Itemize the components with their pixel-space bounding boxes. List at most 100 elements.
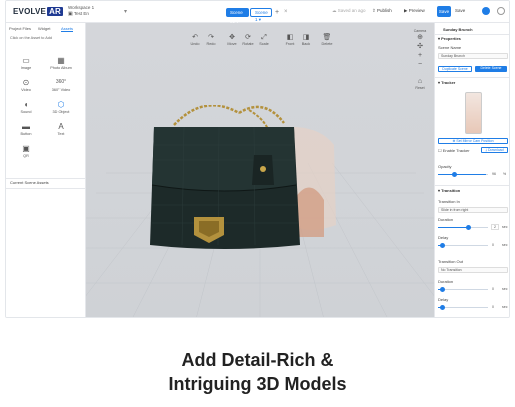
button-icon: ▬ [22,122,30,131]
enable-tracker-checkbox[interactable]: ☐ Enable Tracker [438,148,470,153]
tracker-label: Tracker [441,80,456,85]
asset-image[interactable]: ▭ Image [14,55,38,77]
transition-header[interactable]: ▾ Transition [438,188,460,193]
asset-button[interactable]: ▬ Button [14,121,38,143]
slider-knob[interactable] [466,225,471,230]
orbit-icon[interactable]: ⊕ [413,33,427,42]
transition-label: Transition [441,188,461,193]
duplicate-scene-button[interactable]: Duplicate Scene [438,66,472,72]
image-icon: ▭ [22,56,30,65]
preview-button[interactable]: ▶ Preview [404,8,425,14]
tool-label: Undo [190,42,200,46]
duration-value[interactable]: 2 [491,224,499,230]
scale-button[interactable]: ⤢ Scale [255,34,273,46]
asset-text[interactable]: A Text [49,121,73,143]
user-avatar-icon[interactable] [497,7,505,15]
delay-out-value: 0 [492,305,494,309]
text-icon: A [58,122,64,131]
divider [435,77,509,78]
back-icon: ◨ [302,34,310,41]
delay-label: Delay [438,235,449,240]
asset-360-video[interactable]: 360° 360° Video [49,77,73,99]
tab-scene-1[interactable]: Scene 01 ▾ [226,8,249,24]
opacity-value: 96 [492,172,496,176]
tool-label: Redo [206,42,216,46]
caption-line-2: Intriguing 3D Models [168,374,347,394]
asset-label: Video [21,88,31,92]
left-panel: Project Files Widget Assets Click on the… [6,23,86,317]
video-360-icon: 360° [55,79,67,85]
set-camera-position-button[interactable]: ⊕ Set Mirror Cam Position [438,138,508,144]
redo-button[interactable]: ↷ Redo [202,34,220,46]
opacity-label: Opacity [438,164,452,169]
delete-button[interactable]: 🗑 Delete [318,34,336,46]
delay-slider[interactable] [438,243,488,248]
asset-video[interactable]: ⊙ Video [14,77,38,99]
duration-out-slider[interactable] [438,287,488,292]
divider [6,178,86,179]
duration-label: Duration [438,217,454,222]
logo-badge: AR [47,7,64,16]
asset-photo-album[interactable]: ▦ Photo Album [49,55,73,77]
asset-label: QR [23,154,29,158]
tab-project-files[interactable]: Project Files [9,26,31,31]
scene-viewport[interactable]: ↶ Undo ↷ Redo ✥ Move ⟳ Rotate ⤢ Scale ◧ Front … [86,23,434,317]
opacity-slider[interactable] [438,172,488,177]
divider [435,185,509,186]
cube-icon: ⬡ [57,100,65,109]
tool-label: Back [301,42,311,46]
pan-icon[interactable]: ✣ [413,42,427,51]
properties-header[interactable]: ▾ Properties [438,36,461,41]
tab-widget[interactable]: Widget [38,26,50,31]
scene-name-input[interactable]: Sunday Brunch [438,53,508,59]
zoom-out-icon[interactable]: − [413,60,427,69]
publish-button[interactable]: ⇪ Publish [372,8,392,14]
delay-out-slider[interactable] [438,305,488,310]
delay-unit: sec [502,243,508,247]
slider-knob[interactable] [440,243,445,248]
slider-knob[interactable] [452,172,457,177]
set-camera-label: Set Mirror Cam Position [456,139,494,143]
close-icon[interactable]: × [284,8,288,17]
transition-out-select[interactable]: No Transition [438,267,508,273]
transition-in-label: Transition In [438,199,460,204]
asset-3d-object[interactable]: ⬡ 3D Object [49,99,73,121]
asset-qr[interactable]: ▣ QR [14,143,38,165]
duration-slider[interactable] [438,225,488,230]
tool-label: Move [227,42,237,46]
asset-label: Photo Album [50,66,72,70]
current-scene-assets-header[interactable]: Current Scene Assets [10,180,49,185]
delay-out-unit: sec [502,305,508,309]
chat-icon[interactable] [482,7,490,15]
delay-value: 0 [492,243,494,247]
add-scene-icon[interactable]: + [275,8,279,17]
transition-in-select[interactable]: Slide in from right [438,207,508,213]
tab-scene-2[interactable]: Scene 1 ▾ [250,8,272,22]
tool-label: Rotate [242,42,254,46]
asset-sound[interactable]: ◖ Sound [14,99,38,121]
transition-out-label: Transition Out [438,259,463,264]
save-as-button[interactable]: Save [455,8,465,13]
workspace-switcher[interactable]: Workspace 1 ▣ Test En [68,5,94,17]
reset-view-icon[interactable]: ⌂ [413,77,427,86]
tool-label: Scale [259,42,269,46]
tab-assets[interactable]: Assets [61,26,74,32]
slider-knob[interactable] [440,305,445,310]
bag-3d-model[interactable] [144,105,344,255]
panel-title: Sunday Brunch [443,27,473,32]
delete-scene-button[interactable]: Delete Scene [475,66,507,72]
zoom-in-icon[interactable]: + [413,51,427,60]
chevron-down-icon[interactable]: ▾ [124,8,127,15]
back-button[interactable]: ◨ Back [297,34,315,46]
tracker-header[interactable]: ▾ Tracker [438,80,455,85]
top-bar: EVOLVE AR Workspace 1 ▣ Test En ▾ Scene 0… [6,1,509,24]
opacity-unit: % [503,172,507,176]
asset-label: 360° Video [51,88,71,92]
sound-icon: ◖ [23,100,29,109]
download-button[interactable]: ⤓ Download [481,147,508,153]
slider-knob[interactable] [440,287,445,292]
app-logo[interactable]: EVOLVE AR [13,7,64,16]
redo-icon: ↷ [208,34,214,41]
save-button[interactable]: Save [437,6,451,17]
transition-in-value: Slide in from right [441,208,469,212]
